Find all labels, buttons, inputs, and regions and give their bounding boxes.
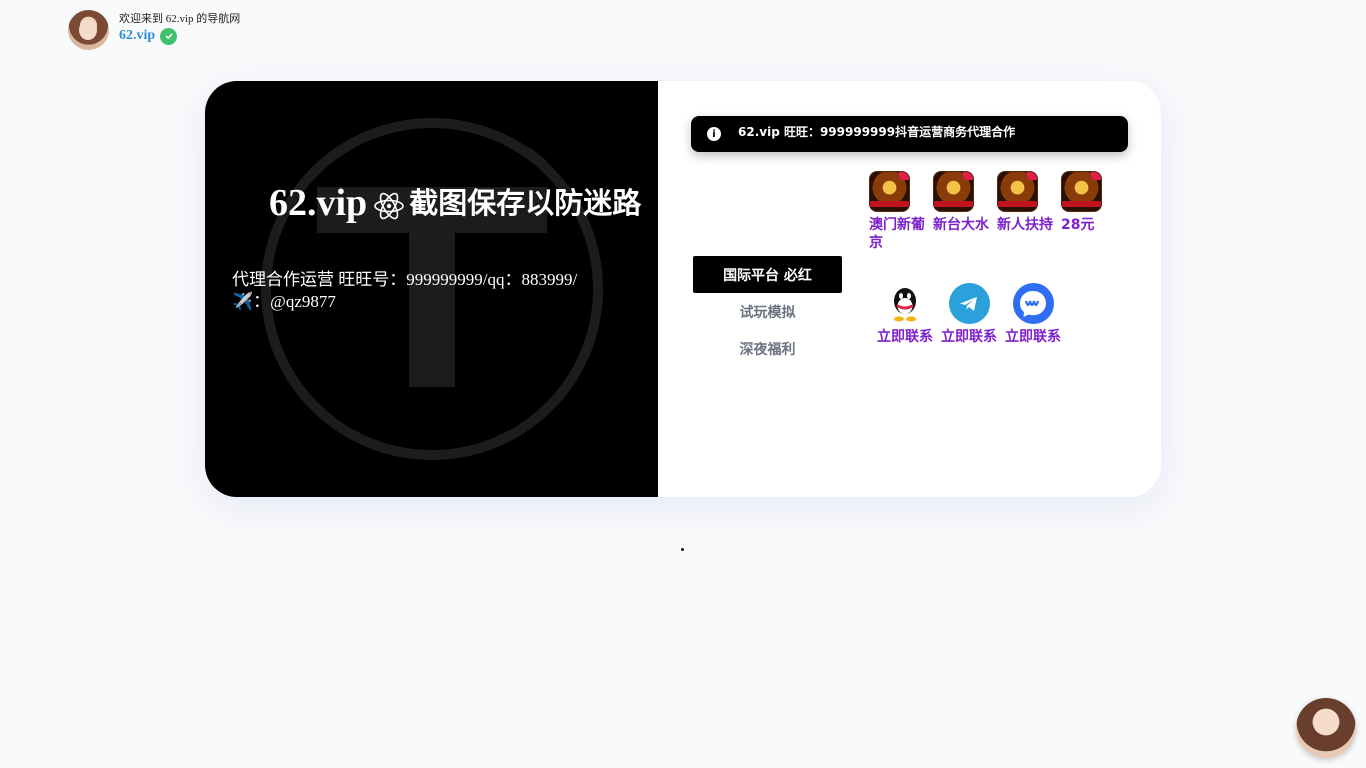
notice-bar: i 62.vip 旺旺：999999999抖音运营商务代理合作: [691, 116, 1128, 152]
hero-slogan: 截图保存以防迷路: [409, 186, 642, 220]
header-text: 欢迎来到 62.vip 的导航网 62.vip: [119, 13, 240, 45]
app-label[interactable]: 新台大水: [933, 216, 993, 234]
main-card: 62.vip 截图保存以防迷路 代理合作运营 旺旺号：999999999/qq：…: [205, 81, 1161, 497]
app-label[interactable]: 澳门新葡京: [869, 216, 929, 252]
verified-badge-icon: [160, 27, 178, 45]
tab-trial[interactable]: 试玩模拟: [693, 293, 842, 330]
info-icon: i: [707, 127, 721, 141]
hero-title: 62.vip 截图保存以防迷路: [269, 181, 641, 225]
hero-description: 代理合作运营 旺旺号：999999999/qq：883999/✈️：@qz987…: [232, 270, 578, 311]
app-item[interactable]: 28元: [1061, 171, 1125, 252]
site-header: 欢迎来到 62.vip 的导航网 62.vip: [68, 10, 240, 50]
contact-item-qq[interactable]: 立即联系: [873, 283, 937, 346]
app-item[interactable]: 新台大水: [933, 171, 997, 252]
app-label[interactable]: 28元: [1061, 216, 1121, 234]
qq-icon[interactable]: [885, 283, 926, 324]
category-tabs: 国际平台 必红 试玩模拟 深夜福利: [693, 256, 842, 367]
contact-item-telegram[interactable]: 立即联系: [937, 283, 1001, 346]
contact-label[interactable]: 立即联系: [1001, 326, 1065, 346]
tab-international[interactable]: 国际平台 必红: [693, 256, 842, 293]
app-item[interactable]: 新人扶持: [997, 171, 1061, 252]
divider-dot: [681, 548, 684, 551]
casino-app-icon[interactable]: [997, 171, 1038, 212]
app-grid: 澳门新葡京 新台大水 新人扶持 28元: [869, 171, 1125, 252]
telegram-icon[interactable]: [948, 283, 990, 324]
hero-site-name: 62.vip: [269, 182, 368, 224]
casino-app-icon[interactable]: [1061, 171, 1102, 212]
nav-panel: i 62.vip 旺旺：999999999抖音运营商务代理合作 国际平台 必红 …: [658, 81, 1161, 497]
tab-late-night[interactable]: 深夜福利: [693, 330, 842, 367]
app-label[interactable]: 新人扶持: [997, 216, 1057, 234]
atom-icon: [374, 192, 405, 220]
welcome-text: 欢迎来到 62.vip 的导航网: [119, 12, 241, 25]
casino-app-icon[interactable]: [933, 171, 974, 212]
contact-label[interactable]: 立即联系: [937, 326, 1001, 346]
app-item[interactable]: 澳门新葡京: [869, 171, 933, 252]
hero-panel: 62.vip 截图保存以防迷路 代理合作运营 旺旺号：999999999/qq：…: [205, 81, 658, 497]
casino-app-icon[interactable]: [869, 171, 910, 212]
brand-link[interactable]: 62.vip: [119, 28, 155, 44]
notice-text: 62.vip 旺旺：999999999抖音运营商务代理合作: [738, 124, 1016, 139]
floating-chat-avatar[interactable]: [1296, 698, 1356, 758]
avatar[interactable]: [68, 10, 109, 50]
contact-label[interactable]: 立即联系: [873, 326, 937, 346]
messenger-icon[interactable]: [1012, 283, 1054, 324]
contact-item-messenger[interactable]: 立即联系: [1001, 283, 1065, 346]
brand-row: 62.vip: [119, 27, 240, 45]
contact-grid: 立即联系 立即联系 立即联系: [873, 283, 1065, 346]
